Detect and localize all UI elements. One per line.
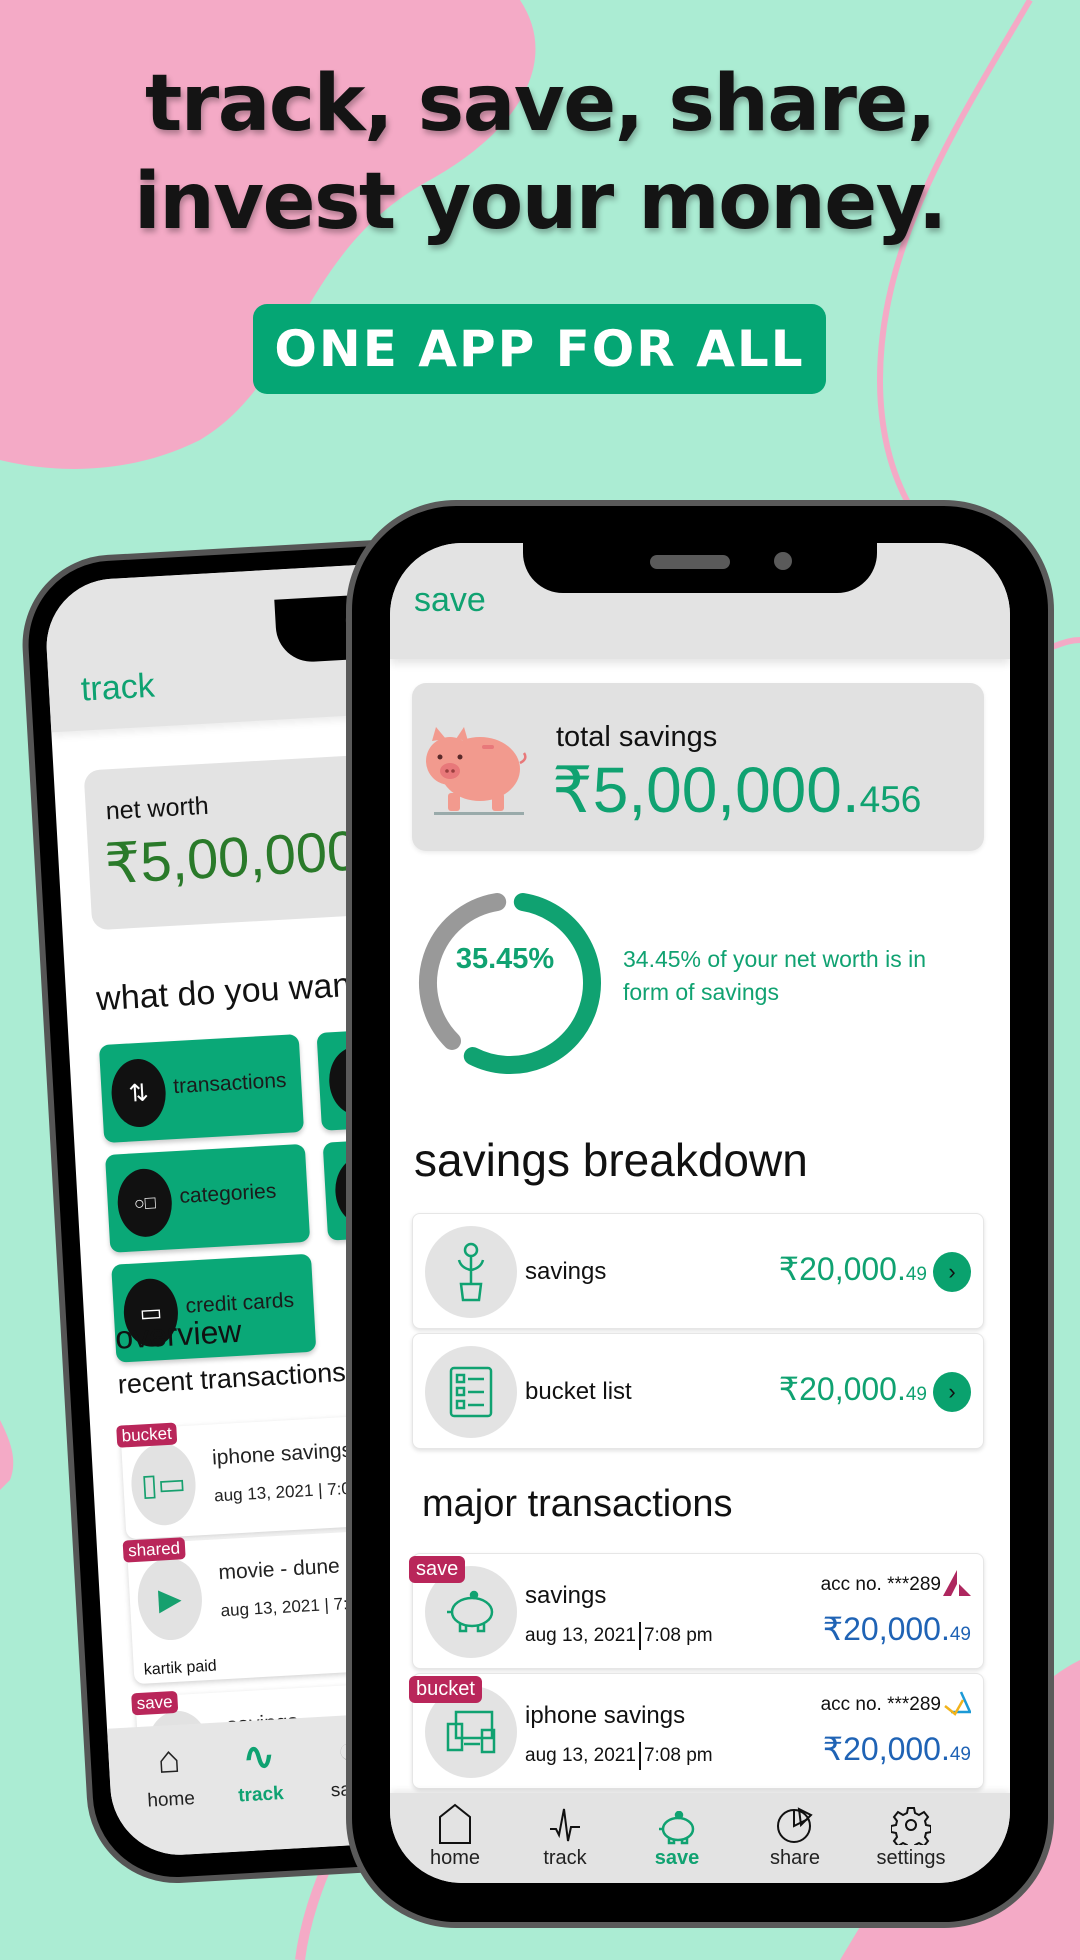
- nav-settings[interactable]: settings: [856, 1801, 966, 1870]
- headline-line-1: track, save, share,: [145, 59, 936, 149]
- arrows-up-down-icon: ⇅: [109, 1057, 168, 1129]
- page-title: track: [79, 666, 156, 709]
- transaction-row[interactable]: save savings aug 13, 2021 7:08 pm acc no.…: [409, 1553, 984, 1669]
- bottom-nav: home track save share settings: [390, 1793, 1010, 1883]
- ring-percent-label: 35.45%: [455, 943, 555, 975]
- one-app-for-all-banner: ONE APP FOR ALL: [253, 304, 826, 394]
- recent-transactions-heading: recent transactions: [117, 1356, 347, 1400]
- headline-line-2: invest your money.: [133, 157, 948, 247]
- nav-save[interactable]: save: [622, 1801, 732, 1870]
- chevron-right-icon[interactable]: ›: [933, 1252, 971, 1292]
- pulse-icon: ∿: [241, 1735, 276, 1780]
- total-savings-label: total savings: [556, 721, 718, 753]
- overview-heading: overview: [114, 1312, 243, 1356]
- nav-track[interactable]: track: [510, 1801, 620, 1870]
- transaction-datetime: aug 13, 2021 7:08 pm: [525, 1742, 713, 1770]
- nav-label: home: [146, 1788, 196, 1812]
- nav-label: share: [769, 1847, 821, 1869]
- transaction-amount: ₹20,000.49: [822, 1611, 971, 1647]
- transaction-name: movie - dune: [217, 1554, 341, 1585]
- major-transactions-heading: major transactions: [422, 1483, 733, 1525]
- account-number: acc no. ***289: [820, 1694, 941, 1715]
- transaction-name: savings: [525, 1582, 607, 1609]
- chevron-right-icon[interactable]: ›: [933, 1372, 971, 1412]
- savings-ratio-ring: [419, 893, 601, 1074]
- nav-home[interactable]: ⌂ home: [128, 1737, 212, 1813]
- nav-share[interactable]: share: [740, 1801, 850, 1870]
- nav-label: track: [237, 1783, 285, 1807]
- phone-speaker: [650, 555, 730, 569]
- transaction-name: iphone savings: [211, 1438, 353, 1470]
- savings-ratio-caption: 34.45% of your net worth is in form of s…: [623, 946, 926, 1005]
- category-badge: save: [409, 1556, 466, 1583]
- category-badge: bucket: [116, 1422, 178, 1448]
- nav-label: settings: [876, 1847, 946, 1869]
- nav-label: save: [654, 1847, 700, 1869]
- clapperboard-icon: ▶: [135, 1556, 205, 1642]
- nav-home[interactable]: home: [400, 1801, 510, 1870]
- axis-bank-logo-icon: [943, 1570, 971, 1596]
- home-icon: [400, 1801, 510, 1845]
- total-savings-value: ₹5,00,000.456: [552, 754, 922, 826]
- category-badge: save: [131, 1690, 179, 1716]
- home-icon: ⌂: [156, 1738, 182, 1782]
- gear-icon: [856, 1801, 966, 1845]
- canara-bank-logo-icon: [944, 1691, 971, 1716]
- pie-chart-icon: [740, 1801, 850, 1845]
- tile-transactions[interactable]: ⇅ transactions: [98, 1034, 305, 1144]
- breakdown-amount: ₹20,000.49: [778, 1371, 927, 1407]
- savings-breakdown-heading: savings breakdown: [414, 1134, 808, 1186]
- tile-label: categories: [178, 1179, 277, 1208]
- pulse-icon: [510, 1801, 620, 1845]
- nav-label: home: [429, 1847, 481, 1869]
- shapes-icon: ○□: [115, 1167, 174, 1239]
- account-number: acc no. ***289: [820, 1574, 941, 1595]
- net-worth-label: net worth: [105, 791, 210, 826]
- transaction-name: iphone savings: [525, 1702, 686, 1729]
- checklist-icon: [425, 1346, 517, 1438]
- piggy-bank-illustration-icon: [426, 727, 527, 815]
- tile-categories[interactable]: ○□ categories: [105, 1143, 311, 1253]
- breakdown-name: savings: [525, 1258, 607, 1285]
- transaction-amount: ₹20,000.49: [822, 1731, 971, 1767]
- headline: track, save, share, invest your money.: [0, 55, 1080, 251]
- phone-camera: [774, 552, 792, 570]
- category-badge: bucket: [409, 1676, 482, 1703]
- total-savings-card[interactable]: total savings ₹5,00,000.456: [412, 683, 984, 851]
- breakdown-row-bucket-list[interactable]: bucket list ₹20,000.49 ›: [412, 1333, 984, 1449]
- transaction-datetime: aug 13, 2021 7:08 pm: [525, 1622, 713, 1650]
- breakdown-row-savings[interactable]: savings ₹20,000.49 ›: [412, 1213, 984, 1329]
- ring-savings-arc: [463, 893, 601, 1074]
- category-badge: shared: [122, 1537, 186, 1563]
- nav-track[interactable]: ∿ track: [218, 1732, 302, 1808]
- piggy-bank-icon: [622, 1801, 732, 1845]
- breakdown-name: bucket list: [525, 1378, 632, 1405]
- save-screen: save total savings ₹5,00,000.456 35.45% …: [390, 543, 1010, 1883]
- plant-coin-icon: [425, 1226, 517, 1318]
- tile-label: transactions: [172, 1068, 288, 1099]
- page-title: save: [414, 581, 486, 619]
- transaction-row[interactable]: bucket iphone savings aug 13, 2021 7:08 p…: [409, 1673, 984, 1789]
- devices-icon: ▯▭: [129, 1441, 198, 1527]
- paid-by-label: kartik paid: [143, 1657, 218, 1679]
- breakdown-amount: ₹20,000.49: [778, 1251, 927, 1287]
- pink-blob-left-edge: [0, 1420, 14, 1490]
- nav-label: track: [543, 1847, 587, 1869]
